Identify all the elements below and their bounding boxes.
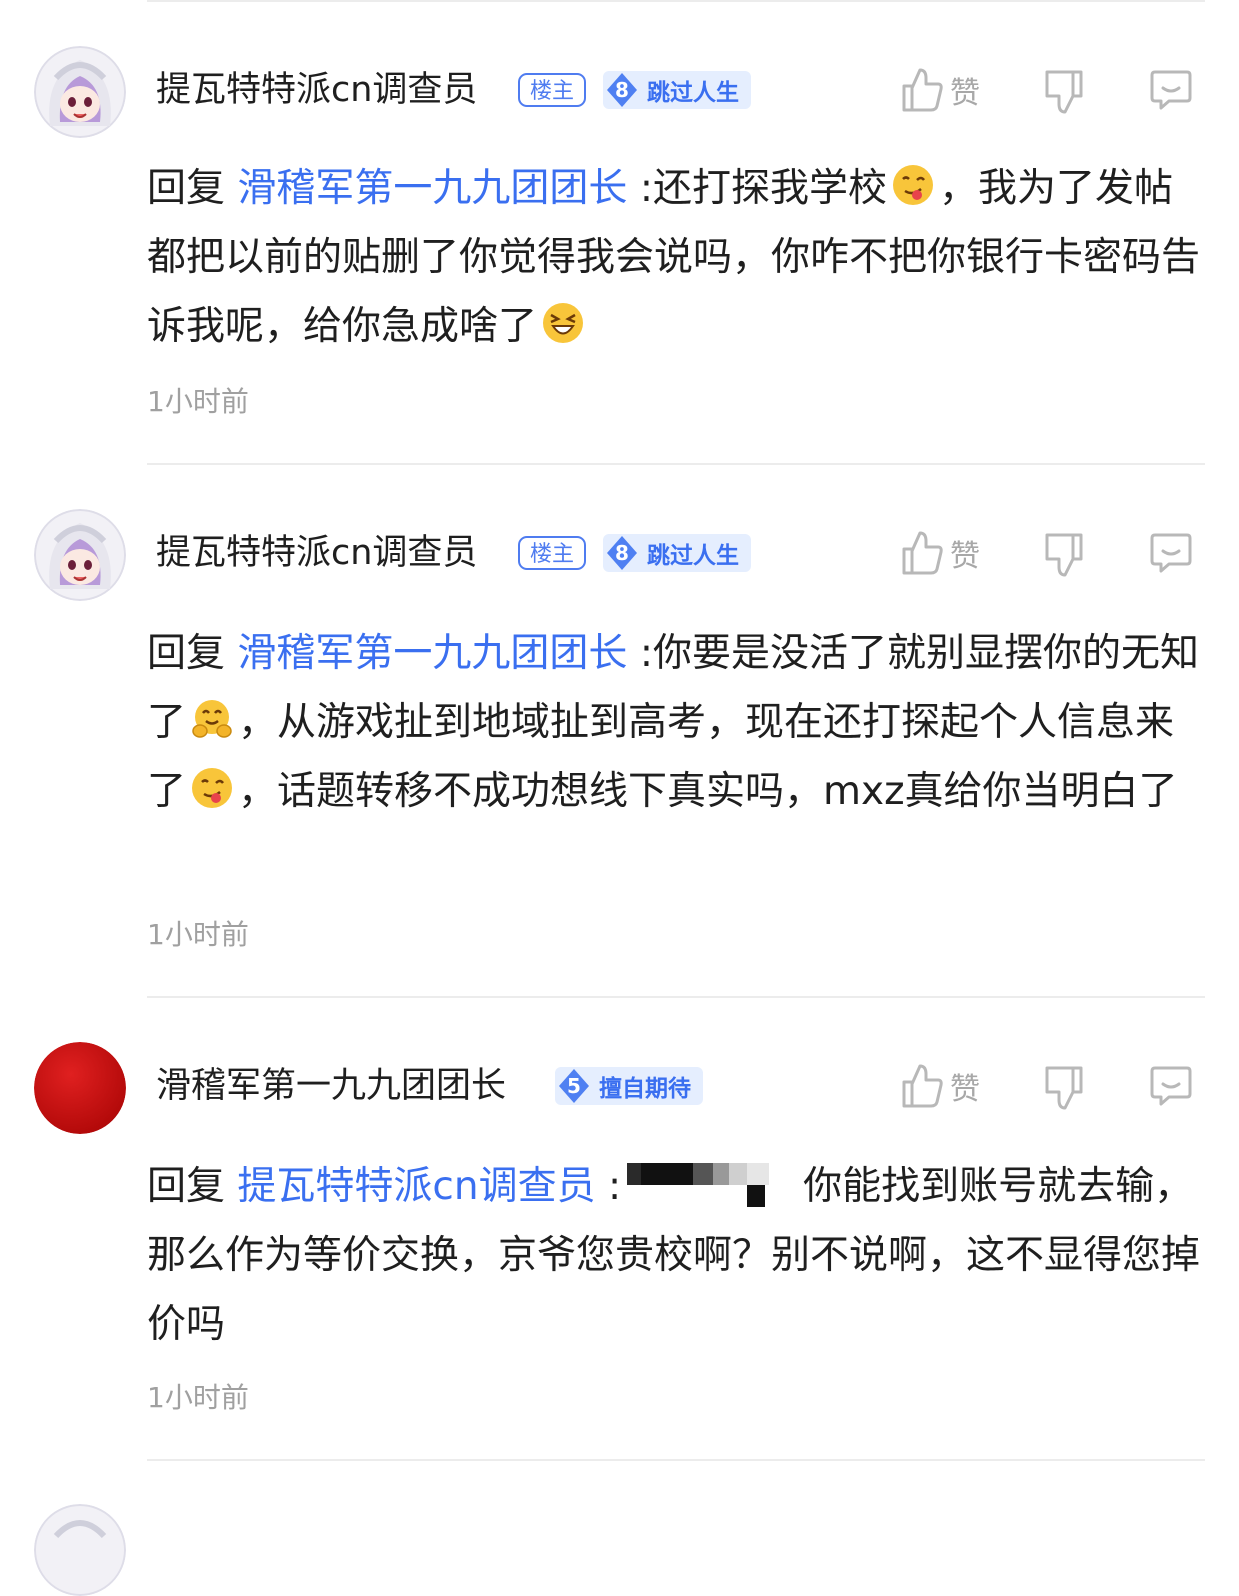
dislike-button[interactable]: [1043, 68, 1085, 116]
owner-badge: 楼主: [518, 536, 587, 570]
level-title: 跳过人生: [647, 80, 739, 106]
tongue-out-emoji-icon: [892, 165, 933, 205]
thumbs-down-icon: [1045, 533, 1083, 577]
text-segment: :: [608, 1164, 622, 1209]
level-title: 擅自期待: [599, 1076, 691, 1102]
reply-target-link[interactable]: 滑稽军第一九九团团长: [237, 166, 627, 211]
comment-bubble-icon: [1150, 1066, 1192, 1106]
dislike-button[interactable]: [1043, 531, 1085, 579]
hug-emoji-icon: [192, 700, 232, 738]
avatar[interactable]: [34, 509, 126, 601]
like-label: 赞: [950, 539, 980, 574]
level-badge[interactable]: 8 跳过人生: [603, 71, 751, 109]
divider: [147, 996, 1205, 998]
comment-bubble-icon: [1150, 70, 1192, 110]
redacted-image: [627, 1163, 770, 1207]
timestamp: 1小时前: [147, 1381, 249, 1414]
avatar[interactable]: [34, 1042, 126, 1134]
like-label: 赞: [950, 1072, 980, 1107]
reply-target-link[interactable]: 提瓦特特派cn调查员: [237, 1164, 595, 1209]
level-badge[interactable]: 5 擅自期待: [555, 1067, 703, 1105]
level-badge[interactable]: 8 跳过人生: [603, 534, 751, 572]
divider: [147, 0, 1205, 2]
text-segment: ，话题转移不成功想线下真实吗，mxz真给你当明白了: [238, 769, 1178, 814]
timestamp: 1小时前: [147, 385, 249, 418]
comment-text: 回复 提瓦特特派cn调查员 : 你能找到账号就去输，那么作为等价交换，京爷您贵校啊…: [147, 1152, 1207, 1359]
like-button[interactable]: 赞: [900, 529, 980, 577]
username[interactable]: 提瓦特特派cn调查员: [156, 68, 477, 112]
comment-text: 回复 滑稽军第一九九团团长 :还打探我学校 ，我为了发帖都把以前的贴删了你觉得我会…: [147, 154, 1207, 361]
reply-prefix: 回复: [147, 166, 226, 211]
username[interactable]: 滑稽军第一九九团团长: [156, 1064, 506, 1108]
text-segment: :还打探我学校: [639, 166, 887, 211]
divider: [147, 1459, 1205, 1461]
thumbs-up-icon: [902, 68, 943, 112]
reply-prefix: 回复: [147, 631, 226, 676]
like-button[interactable]: 赞: [900, 1062, 980, 1110]
thumbs-up-icon: [902, 1064, 943, 1108]
reply-button[interactable]: [1149, 531, 1193, 575]
reply-button[interactable]: [1149, 68, 1193, 112]
thumbs-down-icon: [1045, 70, 1083, 114]
level-number: 8: [603, 534, 641, 572]
like-button[interactable]: 赞: [900, 66, 980, 114]
comment-text: 回复 滑稽军第一九九团团长 :你要是没活了就别显摆你的无知了 ，从游戏扯到地域扯到…: [147, 619, 1207, 826]
level-number: 8: [603, 71, 641, 109]
reply-prefix: 回复: [147, 1164, 226, 1209]
level-title: 跳过人生: [647, 543, 739, 569]
like-label: 赞: [950, 76, 980, 111]
avatar[interactable]: [34, 46, 126, 138]
reply-target-link[interactable]: 滑稽军第一九九团团长: [237, 631, 627, 676]
level-number: 5: [555, 1067, 593, 1105]
tongue-out-emoji-icon: [192, 768, 233, 808]
laughing-emoji-icon: [543, 303, 584, 343]
divider: [147, 463, 1205, 465]
thumbs-down-icon: [1045, 1066, 1083, 1110]
username[interactable]: 提瓦特特派cn调查员: [156, 531, 477, 575]
dislike-button[interactable]: [1043, 1064, 1085, 1112]
reply-button[interactable]: [1149, 1064, 1193, 1108]
owner-badge: 楼主: [518, 73, 587, 107]
comment-bubble-icon: [1150, 533, 1192, 573]
thumbs-up-icon: [902, 531, 943, 575]
timestamp: 1小时前: [147, 918, 249, 951]
